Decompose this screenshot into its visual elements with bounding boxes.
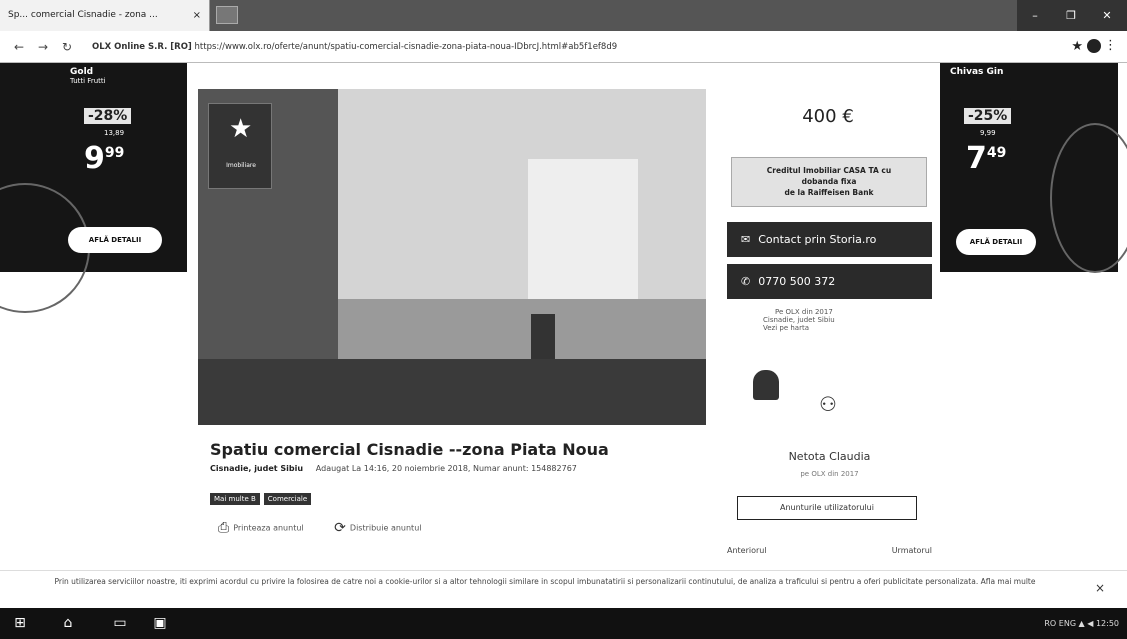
ad-old-price: 9,99 — [980, 129, 996, 137]
share-icon: ⟳ — [334, 520, 346, 536]
windows-start-icon[interactable]: ⊞ — [0, 608, 40, 639]
address-bar: ← → ↻ OLX Online S.R. [RO] https://www.o… — [0, 31, 1127, 63]
photo-watermark-logo: ★ Imobiliare — [208, 103, 272, 189]
task-view-icon[interactable]: ▭ — [100, 608, 140, 639]
close-icon[interactable]: × — [1095, 581, 1105, 595]
browser-tab[interactable]: Sp... comercial Cisnadie - zona ... × — [0, 0, 210, 31]
minimize-icon[interactable]: – — [1017, 0, 1053, 31]
ad-cta-button[interactable]: AFLĂ DETALII — [68, 227, 162, 253]
close-window-icon[interactable]: ✕ — [1089, 0, 1125, 31]
extension-icon[interactable] — [1087, 39, 1101, 53]
next-link[interactable]: Urmatorul — [892, 546, 932, 555]
listing-pagination: Anteriorul Urmatorul — [727, 546, 932, 555]
listing-actions: ⎙ Printeaza anuntul ⟳ Distribuie anuntul — [218, 520, 449, 536]
seller-name[interactable]: Netota Claudia — [727, 450, 932, 463]
cookie-text: Prin utilizarea serviciilor noastre, iti… — [54, 577, 1036, 586]
back-icon[interactable]: ← — [14, 40, 24, 54]
system-tray[interactable]: RO ENG ▲ ◀ 12:50 — [1044, 608, 1119, 639]
print-button[interactable]: ⎙ Printeaza anuntul — [218, 520, 304, 536]
listing-price: 400 € — [802, 106, 854, 127]
bag-icon — [753, 370, 779, 400]
ad-right[interactable]: Chivas Gin -25% 9,99 749 AFLĂ DETALII — [940, 63, 1127, 273]
maximize-icon[interactable]: ❐ — [1053, 0, 1089, 31]
ad-cta-button[interactable]: AFLĂ DETALII — [956, 229, 1036, 255]
ad-left[interactable]: Gold Tutti Frutti -28% 13,89 999 AFLĂ DE… — [0, 63, 187, 313]
share-button[interactable]: ⟳ Distribuie anuntul — [334, 520, 421, 536]
ad-discount: -28% — [84, 108, 132, 124]
ad-old-price: 13,89 — [104, 129, 125, 137]
seller-since: pe OLX din 2017 — [800, 470, 859, 478]
reload-icon[interactable]: ↻ — [62, 40, 72, 54]
listing-title: Spatiu comercial Cisnadie --zona Piata N… — [210, 440, 609, 459]
mail-icon: ✉ — [741, 233, 751, 246]
user-icon: ⚇ — [819, 392, 837, 416]
ad-brand: Gold Tutti Frutti — [70, 67, 106, 85]
phone-button[interactable]: ✆ 0770 500 372 — [727, 264, 932, 299]
ad-discount: -25% — [964, 108, 1012, 124]
print-icon: ⎙ — [218, 520, 230, 536]
menu-icon[interactable]: ⋮ — [1104, 38, 1117, 53]
photo-window — [528, 159, 638, 299]
star-icon: ★ — [229, 114, 253, 144]
listing-location[interactable]: Cisnadie, judet Sibiu — [210, 464, 303, 473]
url-field[interactable]: OLX Online S.R. [RO] https://www.olx.ro/… — [92, 38, 1072, 56]
new-tab-button[interactable] — [216, 6, 238, 24]
contact-button[interactable]: ✉ Contact prin Storia.ro — [727, 222, 932, 257]
url-secure-label: OLX Online S.R. [RO] — [92, 42, 192, 52]
listing-tags: Mai multe B Comerciale — [210, 486, 315, 505]
cookie-banner: Prin utilizarea serviciilor noastre, iti… — [0, 570, 1127, 608]
photo-floor — [198, 359, 706, 425]
listing-added: Adaugat La 14:16, 20 noiembrie 2018, Num… — [315, 464, 577, 473]
url-text: https://www.olx.ro/oferte/anunt/spatiu-c… — [194, 42, 618, 52]
seller-ads-button[interactable]: Anunturile utilizatorului — [737, 496, 917, 520]
phone-icon: ✆ — [741, 275, 751, 288]
credit-promo-banner[interactable]: Creditul Imobiliar CASA TA cu dobanda fi… — [731, 157, 927, 207]
tag[interactable]: Mai multe B — [210, 493, 260, 505]
os-taskbar: ⊞ ⌂ ▭ ▣ RO ENG ▲ ◀ 12:50 — [0, 608, 1127, 639]
bookmark-icon[interactable]: ★ — [1071, 39, 1083, 54]
tab-bar: Sp... comercial Cisnadie - zona ... × – ❐… — [0, 0, 1127, 31]
home-icon[interactable]: ⌂ — [48, 608, 88, 639]
forward-icon[interactable]: → — [38, 40, 48, 54]
prev-link[interactable]: Anteriorul — [727, 546, 767, 555]
window-controls: – ❐ ✕ — [1017, 0, 1127, 31]
ad-price: 749 — [966, 141, 1007, 176]
tab-title: Sp... comercial Cisnadie - zona ... — [8, 10, 158, 20]
logo-text: Imobiliare — [226, 162, 256, 169]
tab-close-icon[interactable]: × — [193, 0, 201, 31]
file-explorer-icon[interactable]: ▣ — [140, 608, 180, 639]
ad-decoration — [1050, 123, 1127, 273]
ad-price: 999 — [84, 141, 125, 176]
tag[interactable]: Comerciale — [263, 493, 312, 505]
listing-meta: Cisnadie, judet Sibiu Adaugat La 14:16, … — [210, 464, 577, 473]
seller-card: Pe OLX din 2017 Cisnadie, judet Sibiu Ve… — [745, 308, 920, 418]
ad-brand: Chivas Gin — [950, 67, 1004, 77]
listing-photo[interactable]: ★ Imobiliare — [198, 89, 706, 425]
